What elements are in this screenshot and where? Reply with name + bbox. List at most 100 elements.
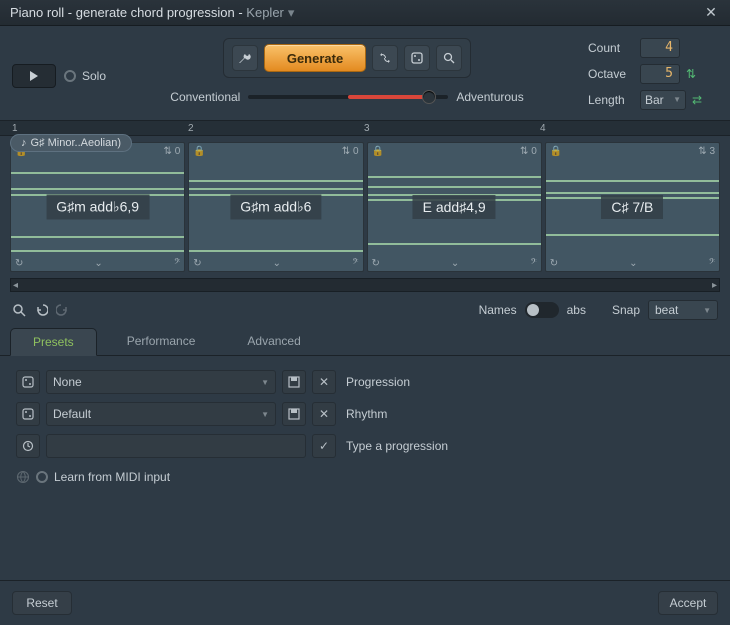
tab-presets[interactable]: Presets <box>10 328 97 356</box>
length-select[interactable]: Bar▼ <box>640 90 686 110</box>
inspect-button[interactable] <box>436 45 462 71</box>
history-button[interactable] <box>16 434 40 458</box>
adventurous-slider[interactable] <box>248 95 448 99</box>
tab-advanced[interactable]: Advanced <box>225 328 322 355</box>
inversion-icon[interactable]: ⇅ <box>164 146 172 157</box>
chevron-down-icon: ▼ <box>673 91 681 109</box>
rhythm-select[interactable]: Default▼ <box>46 402 276 426</box>
chord-card[interactable]: 🔒⇅ 3 C♯ 7/B ↻⌄𝄢 <box>545 142 720 272</box>
rhythm-label: Rhythm <box>346 407 387 421</box>
floppy-icon <box>288 408 300 420</box>
ruler-mark: 3 <box>364 123 370 134</box>
solo-toggle[interactable]: Solo <box>64 69 106 83</box>
card-chevron-icon[interactable]: ⌄ <box>629 258 637 269</box>
card-chevron-icon[interactable]: ⌄ <box>94 258 102 269</box>
chevron-down-icon: ▼ <box>261 410 269 419</box>
floppy-icon <box>288 376 300 388</box>
bass-clef-icon[interactable]: 𝄢 <box>174 258 180 269</box>
note-icon: ♪ <box>21 137 27 149</box>
progression-save-button[interactable] <box>282 370 306 394</box>
progression-commit-button[interactable]: ✓ <box>312 434 336 458</box>
octave-field[interactable]: 5 <box>640 64 680 84</box>
undo-button[interactable] <box>34 303 48 317</box>
chevron-down-icon: ▼ <box>703 306 711 315</box>
reset-button[interactable]: Reset <box>12 591 72 615</box>
solo-label: Solo <box>82 69 106 83</box>
recycle-icon[interactable]: ↻ <box>550 258 558 269</box>
chord-name: E add♯4,9 <box>413 195 496 219</box>
radio-off-icon <box>64 70 76 82</box>
preset-name[interactable]: Kepler <box>246 5 284 20</box>
ruler-mark: 4 <box>540 123 546 134</box>
inversion-value: 0 <box>353 146 359 157</box>
chevron-down-icon: ▼ <box>261 378 269 387</box>
horizontal-scrollbar[interactable]: ◂▸ <box>10 278 720 292</box>
inversion-value: 0 <box>175 146 181 157</box>
chord-card[interactable]: 🔒 ⇅ 0 G♯m add♭6 ↻ ⌄ 𝄢 <box>188 142 363 272</box>
tab-performance[interactable]: Performance <box>105 328 218 355</box>
ruler-mark: 1 <box>12 123 18 134</box>
abs-label: abs <box>567 303 586 317</box>
recycle-icon[interactable]: ↻ <box>193 258 201 269</box>
recycle-icon[interactable]: ↻ <box>372 258 380 269</box>
scroll-right-icon[interactable]: ▸ <box>712 280 717 291</box>
dice-icon <box>22 376 34 388</box>
length-label: Length <box>588 93 634 107</box>
inversion-icon[interactable]: ⇅ <box>342 146 350 157</box>
names-toggle[interactable] <box>525 302 559 318</box>
octave-link-icon[interactable]: ⇅ <box>686 67 696 81</box>
length-link-icon[interactable]: ⇄ <box>692 93 702 107</box>
dice-icon <box>411 52 423 64</box>
learn-radio[interactable] <box>36 471 48 483</box>
slider-thumb[interactable] <box>422 90 436 104</box>
card-chevron-icon[interactable]: ⌄ <box>451 258 459 269</box>
bass-clef-icon[interactable]: 𝄢 <box>352 258 358 269</box>
titlebar: Piano roll - generate chord progression … <box>0 0 730 26</box>
accept-button[interactable]: Accept <box>658 591 718 615</box>
chord-name: G♯m add♭6,9 <box>46 195 149 220</box>
lock-icon[interactable]: 🔒 <box>550 146 562 157</box>
lock-icon[interactable]: 🔒 <box>372 146 384 157</box>
chord-card[interactable]: 🔒⇅ 0 G♯m add♭6,9 ↻⌄𝄢 <box>10 142 185 272</box>
inversion-icon[interactable]: ⇅ <box>698 146 706 157</box>
close-button[interactable]: ✕ <box>700 4 722 21</box>
scroll-left-icon[interactable]: ◂ <box>13 280 18 291</box>
count-field[interactable]: 4 <box>640 38 680 58</box>
redo-button[interactable] <box>56 303 70 317</box>
inversion-icon[interactable]: ⇅ <box>520 146 528 157</box>
wrench-icon <box>238 51 252 65</box>
snap-select[interactable]: beat▼ <box>648 300 718 320</box>
magnifier-icon <box>443 52 455 64</box>
key-badge[interactable]: ♪ G♯ Minor..Aeolian) <box>10 134 132 152</box>
generate-button[interactable]: Generate <box>264 44 366 72</box>
bass-clef-icon[interactable]: 𝄢 <box>530 258 536 269</box>
lock-icon[interactable]: 🔒 <box>193 146 205 157</box>
chord-card[interactable]: 🔒 ⇅ 0 E add♯4,9 ↻ ⌄ 𝄢 <box>367 142 542 272</box>
globe-icon[interactable] <box>16 470 30 484</box>
snap-label: Snap <box>612 303 640 317</box>
regenerate-button[interactable] <box>372 45 398 71</box>
play-button[interactable] <box>12 64 56 88</box>
key-text: G♯ Minor..Aeolian) <box>31 137 121 149</box>
settings-button[interactable] <box>232 45 258 71</box>
count-label: Count <box>588 41 634 55</box>
rhythm-save-button[interactable] <box>282 402 306 426</box>
card-chevron-icon[interactable]: ⌄ <box>273 258 281 269</box>
rhythm-clear-button[interactable]: ✕ <box>312 402 336 426</box>
progression-input[interactable] <box>46 434 306 458</box>
search-icon[interactable] <box>12 303 26 317</box>
preset-dropdown-icon[interactable]: ▾ <box>288 5 295 20</box>
progression-select[interactable]: None▼ <box>46 370 276 394</box>
rhythm-dice-button[interactable] <box>16 402 40 426</box>
ruler-mark: 2 <box>188 123 194 134</box>
chord-name: G♯m add♭6 <box>230 195 321 220</box>
recycle-icon[interactable]: ↻ <box>15 258 23 269</box>
slider-right-label: Adventurous <box>456 90 523 104</box>
bass-clef-icon[interactable]: 𝄢 <box>709 258 715 269</box>
progression-clear-button[interactable]: ✕ <box>312 370 336 394</box>
progression-dice-button[interactable] <box>16 370 40 394</box>
inversion-value: 0 <box>531 146 537 157</box>
learn-label: Learn from MIDI input <box>54 470 170 484</box>
randomize-button[interactable] <box>404 45 430 71</box>
chord-name: C♯ 7/B <box>601 195 663 219</box>
